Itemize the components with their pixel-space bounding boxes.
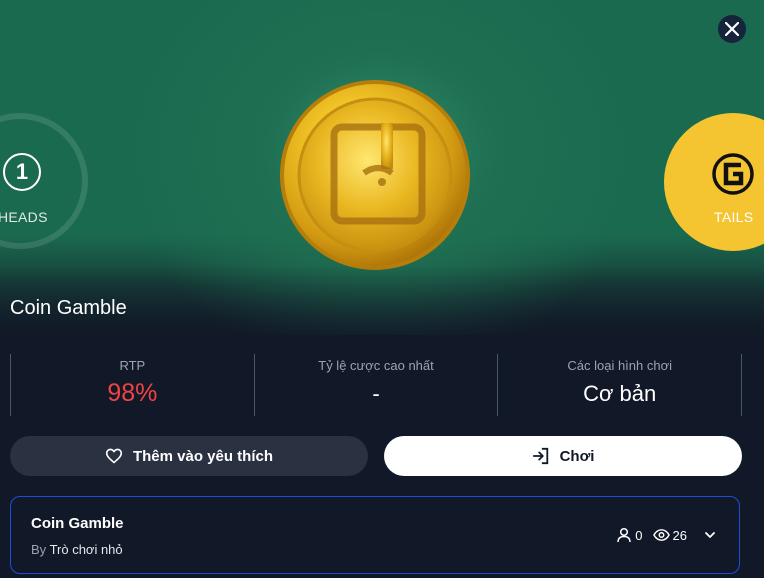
info-provider: By Trò chơi nhỏ (31, 542, 123, 557)
game-stats: RTP 98% Tỷ lệ cược cao nhất - Các loại h… (10, 354, 743, 416)
heads-label: HEADS (0, 209, 48, 225)
game-title: Coin Gamble (10, 297, 127, 319)
by-prefix: By (31, 542, 47, 557)
eye-icon (652, 529, 670, 541)
tails-label: TAILS (714, 209, 754, 225)
game-hero: 1 HEADS TAILS Coin Gamble (0, 0, 764, 335)
game-info-card: Coin Gamble By Trò chơi nhỏ 0 26 (10, 496, 740, 574)
user-icon (617, 527, 632, 543)
stat-rtp-label: RTP (119, 358, 146, 373)
provider-link[interactable]: Trò chơi nhỏ (50, 542, 123, 557)
heads-count: 1 (3, 153, 41, 191)
stat-game-types: Các loại hình chơi Cơ bản (497, 354, 743, 416)
play-label: Chơi (559, 447, 595, 465)
add-favorite-label: Thêm vào yêu thích (132, 447, 274, 465)
stat-game-types-value: Cơ bản (583, 381, 657, 406)
heart-icon (105, 448, 123, 464)
close-icon (725, 22, 739, 36)
play-button[interactable]: Chơi (384, 436, 742, 476)
stat-rtp: RTP 98% (10, 354, 254, 416)
info-stats: 0 26 (616, 527, 717, 543)
close-button[interactable] (718, 15, 746, 43)
stat-max-odds: Tỷ lệ cược cao nhất - (253, 354, 498, 416)
views-value: 26 (672, 527, 687, 543)
stat-game-types-label: Các loại hình chơi (567, 358, 672, 373)
coin-icon (280, 80, 470, 270)
info-title: Coin Gamble (31, 515, 124, 532)
login-icon (532, 447, 548, 465)
views-count: 26 (652, 527, 687, 543)
stat-rtp-value: 98% (107, 379, 158, 407)
add-favorite-button[interactable]: Thêm vào yêu thích (10, 436, 368, 476)
tails-coin-icon (712, 153, 754, 195)
stat-max-odds-value: - (372, 381, 380, 406)
stat-max-odds-label: Tỷ lệ cược cao nhất (318, 358, 434, 373)
chevron-down-icon[interactable] (703, 528, 717, 542)
players-value: 0 (635, 527, 643, 543)
players-count: 0 (616, 527, 643, 543)
